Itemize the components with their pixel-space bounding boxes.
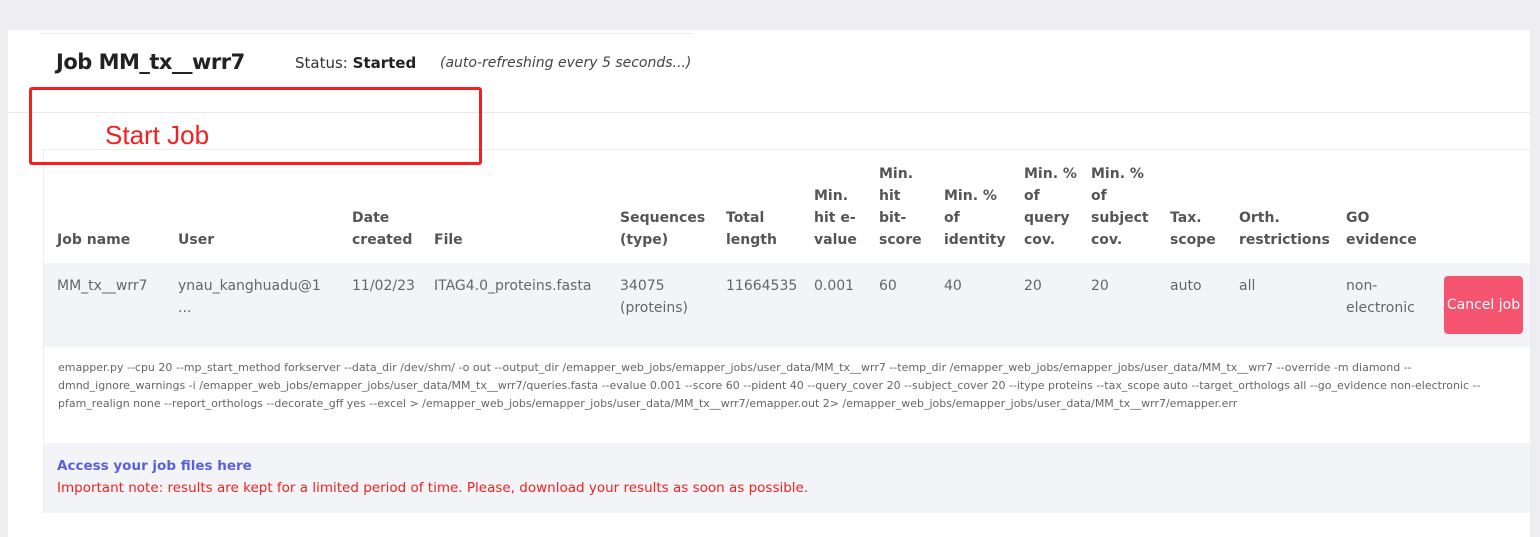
col-date: Date created — [352, 210, 413, 248]
cell-orth: all — [1239, 278, 1256, 294]
table-row: MM_tx__wrr7 ynau_kanghuadu@1 ... 11/02/2… — [44, 263, 1530, 347]
divider — [39, 33, 694, 34]
cell-tax-scope: auto — [1170, 278, 1202, 294]
cell-file: ITAG4.0_proteins.fasta — [434, 278, 592, 294]
col-sequences: Sequences (type) — [620, 210, 706, 248]
col-user: User — [178, 232, 215, 248]
footer: Access your job files here Important not… — [44, 443, 1530, 513]
cell-total-length: 11664535 — [726, 278, 798, 294]
cell-go: non-electronic — [1346, 278, 1415, 316]
col-job-name: Job name — [57, 232, 131, 248]
refresh-note: (auto-refreshing every 5 seconds...) — [440, 55, 692, 71]
col-orth: Orth. restrictions — [1239, 210, 1330, 248]
col-identity: Min. % of identity — [944, 188, 1006, 248]
cell-bitscore: 60 — [879, 278, 897, 294]
cell-user: ynau_kanghuadu@1 ... — [178, 278, 321, 316]
table-header: Job name User Date created File Sequence… — [44, 150, 1530, 263]
col-subject-cov: Min. % of subject cov. — [1091, 166, 1149, 248]
col-file: File — [434, 232, 463, 248]
status-label: Status: — [295, 54, 348, 72]
cell-evalue: 0.001 — [814, 278, 855, 294]
cell-query-cov: 20 — [1024, 278, 1042, 294]
annotation-label: Start Job — [105, 120, 210, 150]
page-title: Job MM_tx__wrr7 — [56, 50, 245, 74]
cell-job-name: MM_tx__wrr7 — [57, 278, 148, 294]
command-line: emapper.py --cpu 20 --mp_start_method fo… — [44, 347, 1530, 443]
cell-sequences: 34075 (proteins) — [620, 278, 688, 316]
job-status: Status: Started — [295, 54, 416, 72]
annotation-box: Start Job — [29, 87, 482, 165]
status-value: Started — [352, 54, 417, 72]
important-note: Important note: results are kept for a l… — [57, 480, 809, 496]
cell-date: 11/02/23 — [352, 278, 415, 294]
col-query-cov: Min. % of query cov. — [1024, 166, 1077, 248]
cell-identity: 40 — [944, 278, 962, 294]
job-files-link[interactable]: Access your job files here — [57, 456, 1517, 476]
col-tax-scope: Tax. scope — [1170, 210, 1216, 248]
col-total-length: Total length — [726, 210, 777, 248]
col-go: GO evidence — [1346, 210, 1417, 248]
cancel-job-button[interactable]: Cancel job — [1444, 276, 1523, 334]
cell-subject-cov: 20 — [1091, 278, 1109, 294]
col-evalue: Min. hit e-value — [814, 188, 857, 248]
job-table: Job name User Date created File Sequence… — [43, 149, 1530, 513]
col-bitscore: Min. hit bit-score — [879, 166, 922, 248]
